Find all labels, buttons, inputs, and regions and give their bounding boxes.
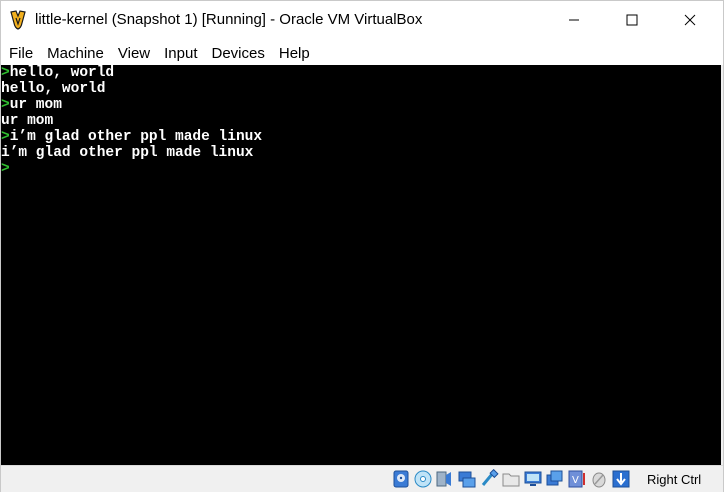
- console-line: >ur mom: [1, 97, 721, 113]
- usb-icon[interactable]: [479, 469, 499, 489]
- virtualization-icon[interactable]: V: [567, 469, 587, 489]
- console-prompt: >: [1, 65, 10, 81]
- menu-devices[interactable]: Devices: [205, 45, 272, 62]
- minimize-icon: [569, 19, 579, 21]
- console-line: i’m glad other ppl made linux: [1, 145, 721, 161]
- close-icon: [684, 14, 696, 26]
- menu-help[interactable]: Help: [272, 45, 317, 62]
- maximize-icon: [626, 14, 638, 26]
- console-text: ur mom: [9, 97, 62, 113]
- window-edge: [721, 65, 723, 465]
- console-line: >i’m glad other ppl made linux: [1, 129, 721, 145]
- console-line: hello, world: [1, 81, 721, 97]
- console-text: i’m glad other ppl made linux: [9, 129, 263, 145]
- menu-machine[interactable]: Machine: [40, 45, 111, 62]
- shared-folders-icon[interactable]: [501, 469, 521, 489]
- console-prompt: >: [1, 129, 10, 145]
- console-prompt: >: [1, 97, 10, 113]
- hard-disk-icon[interactable]: [391, 469, 411, 489]
- title-bar[interactable]: little-kernel (Snapshot 1) [Running] - O…: [1, 1, 723, 39]
- vm-display[interactable]: >hello, world hello, world >ur mom ur mo…: [1, 65, 721, 465]
- menu-input[interactable]: Input: [157, 45, 204, 62]
- network-icon[interactable]: [457, 469, 477, 489]
- minimize-button[interactable]: [545, 1, 603, 39]
- keyboard-capture-icon[interactable]: [611, 469, 631, 489]
- close-button[interactable]: [661, 1, 719, 39]
- audio-icon[interactable]: [435, 469, 455, 489]
- console-text: i’m glad other ppl made linux: [1, 145, 254, 161]
- mouse-integration-icon[interactable]: [589, 469, 609, 489]
- menu-file[interactable]: File: [1, 45, 40, 62]
- window-title: little-kernel (Snapshot 1) [Running] - O…: [35, 11, 423, 28]
- console-text: hello, world: [1, 81, 106, 97]
- maximize-button[interactable]: [603, 1, 661, 39]
- virtualbox-window: little-kernel (Snapshot 1) [Running] - O…: [0, 0, 724, 492]
- virtualbox-logo-icon: [10, 10, 26, 30]
- status-bar: V Right Ctrl: [1, 465, 723, 492]
- display-icon[interactable]: [523, 469, 543, 489]
- status-icons: V: [391, 468, 631, 490]
- console-current-line: >: [1, 161, 721, 177]
- svg-text:V: V: [572, 475, 579, 486]
- console-text: ur mom: [1, 113, 54, 129]
- console-line: ur mom: [1, 113, 721, 129]
- video-capture-icon[interactable]: [545, 469, 565, 489]
- console-text: hello, world: [9, 65, 115, 81]
- optical-drive-icon[interactable]: [413, 469, 433, 489]
- host-key-label: Right Ctrl: [647, 472, 702, 487]
- console-prompt: >: [1, 161, 10, 177]
- menu-view[interactable]: View: [111, 45, 157, 62]
- console-line: >hello, world: [1, 65, 721, 81]
- menu-bar: File Machine View Input Devices Help: [1, 41, 723, 65]
